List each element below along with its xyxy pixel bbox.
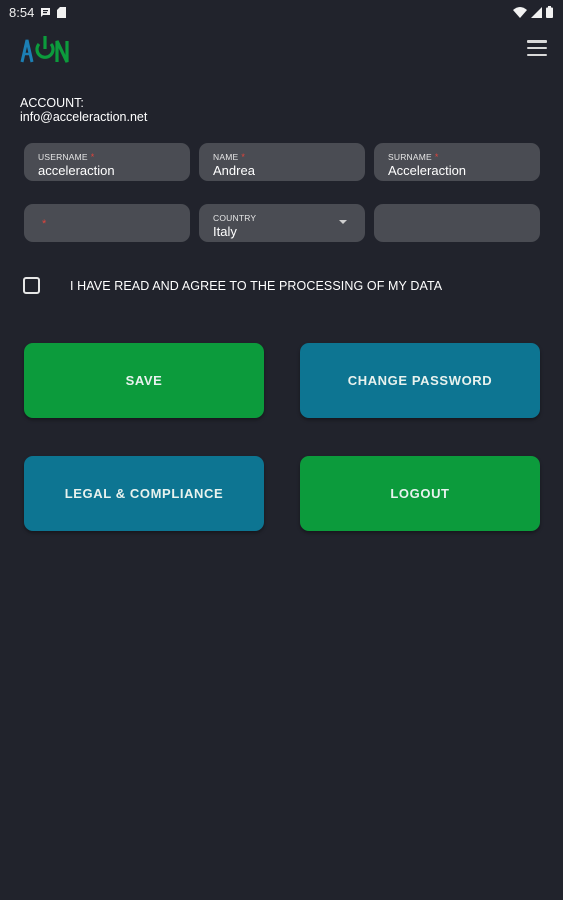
surname-label: SURNAME * bbox=[388, 152, 439, 162]
sd-card-icon bbox=[57, 6, 67, 18]
required-unlabeled-field[interactable]: * bbox=[24, 204, 190, 242]
app-bar bbox=[0, 28, 563, 70]
username-label: USERNAME * bbox=[38, 152, 95, 162]
name-label: NAME * bbox=[213, 152, 246, 162]
change-password-button[interactable]: CHANGE PASSWORD bbox=[300, 343, 540, 418]
surname-value: Acceleraction bbox=[388, 163, 467, 178]
country-select[interactable]: COUNTRY Italy bbox=[199, 204, 365, 242]
status-bar: 8:54 bbox=[0, 0, 563, 24]
account-email: info@acceleraction.net bbox=[20, 110, 148, 124]
account-label: ACCOUNT: bbox=[20, 96, 84, 110]
name-value: Andrea bbox=[213, 163, 255, 178]
consent-checkbox[interactable] bbox=[23, 277, 40, 294]
country-value: Italy bbox=[213, 224, 237, 239]
signal-icon bbox=[531, 6, 542, 18]
wifi-icon bbox=[513, 6, 527, 18]
logout-button[interactable]: LOGOUT bbox=[300, 456, 540, 531]
battery-icon bbox=[546, 6, 553, 18]
username-field[interactable]: USERNAME * acceleraction bbox=[24, 143, 190, 181]
country-label: COUNTRY bbox=[213, 213, 257, 223]
consent-text: I HAVE READ AND AGREE TO THE PROCESSING … bbox=[70, 279, 443, 293]
required-marker: * bbox=[42, 218, 47, 230]
legal-compliance-button[interactable]: LEGAL & COMPLIANCE bbox=[24, 456, 264, 531]
save-button[interactable]: SAVE bbox=[24, 343, 264, 418]
dropdown-arrow-icon bbox=[339, 220, 347, 224]
username-value: acceleraction bbox=[38, 163, 115, 178]
name-field[interactable]: NAME * Andrea bbox=[199, 143, 365, 181]
empty-field[interactable] bbox=[374, 204, 540, 242]
status-time: 8:54 bbox=[9, 4, 35, 20]
hamburger-menu-icon[interactable] bbox=[527, 40, 547, 56]
message-icon bbox=[41, 7, 51, 17]
surname-field[interactable]: SURNAME * Acceleraction bbox=[374, 143, 540, 181]
app-logo bbox=[20, 36, 69, 63]
